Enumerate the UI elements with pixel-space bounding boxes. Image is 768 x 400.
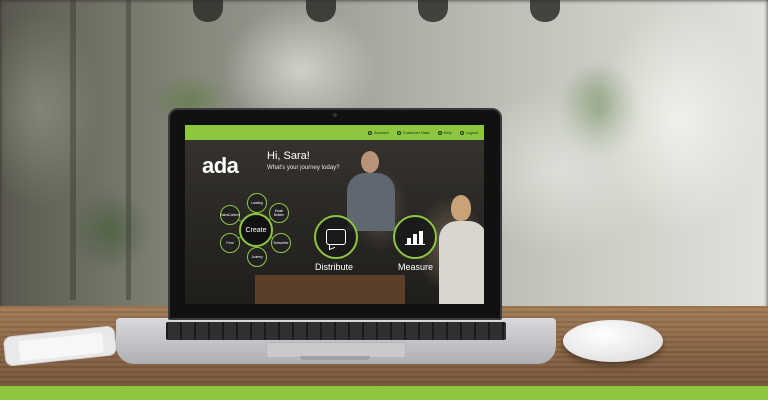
- keyboard: [166, 322, 506, 340]
- window-frame: [70, 0, 76, 300]
- distribute-label: Distribute: [315, 262, 354, 272]
- bar-chart-icon: [405, 229, 425, 245]
- hub-item-journey[interactable]: Journey: [247, 247, 267, 267]
- brand-strip: [0, 386, 768, 400]
- hub-item-landing[interactable]: Landing: [247, 193, 267, 213]
- mouse: [563, 320, 663, 362]
- distribute-button[interactable]: [314, 215, 358, 259]
- hub-item-sales-content[interactable]: SalesContent: [220, 205, 240, 225]
- hub-item-email-builder[interactable]: Email Builder: [269, 203, 289, 223]
- app-screen: Account Customer Data Help Logout ada Hi…: [185, 125, 484, 304]
- window-frame: [126, 0, 131, 300]
- create-button[interactable]: Create: [239, 213, 273, 247]
- measure-label: Measure: [398, 262, 434, 272]
- chat-icon: [326, 229, 346, 245]
- hub-item-subscriber[interactable]: Subscriber: [271, 233, 291, 253]
- hub-item-form[interactable]: Form: [220, 233, 240, 253]
- measure-button[interactable]: [393, 215, 437, 259]
- laptop-hinge: [300, 356, 370, 360]
- camera-icon: [333, 113, 337, 117]
